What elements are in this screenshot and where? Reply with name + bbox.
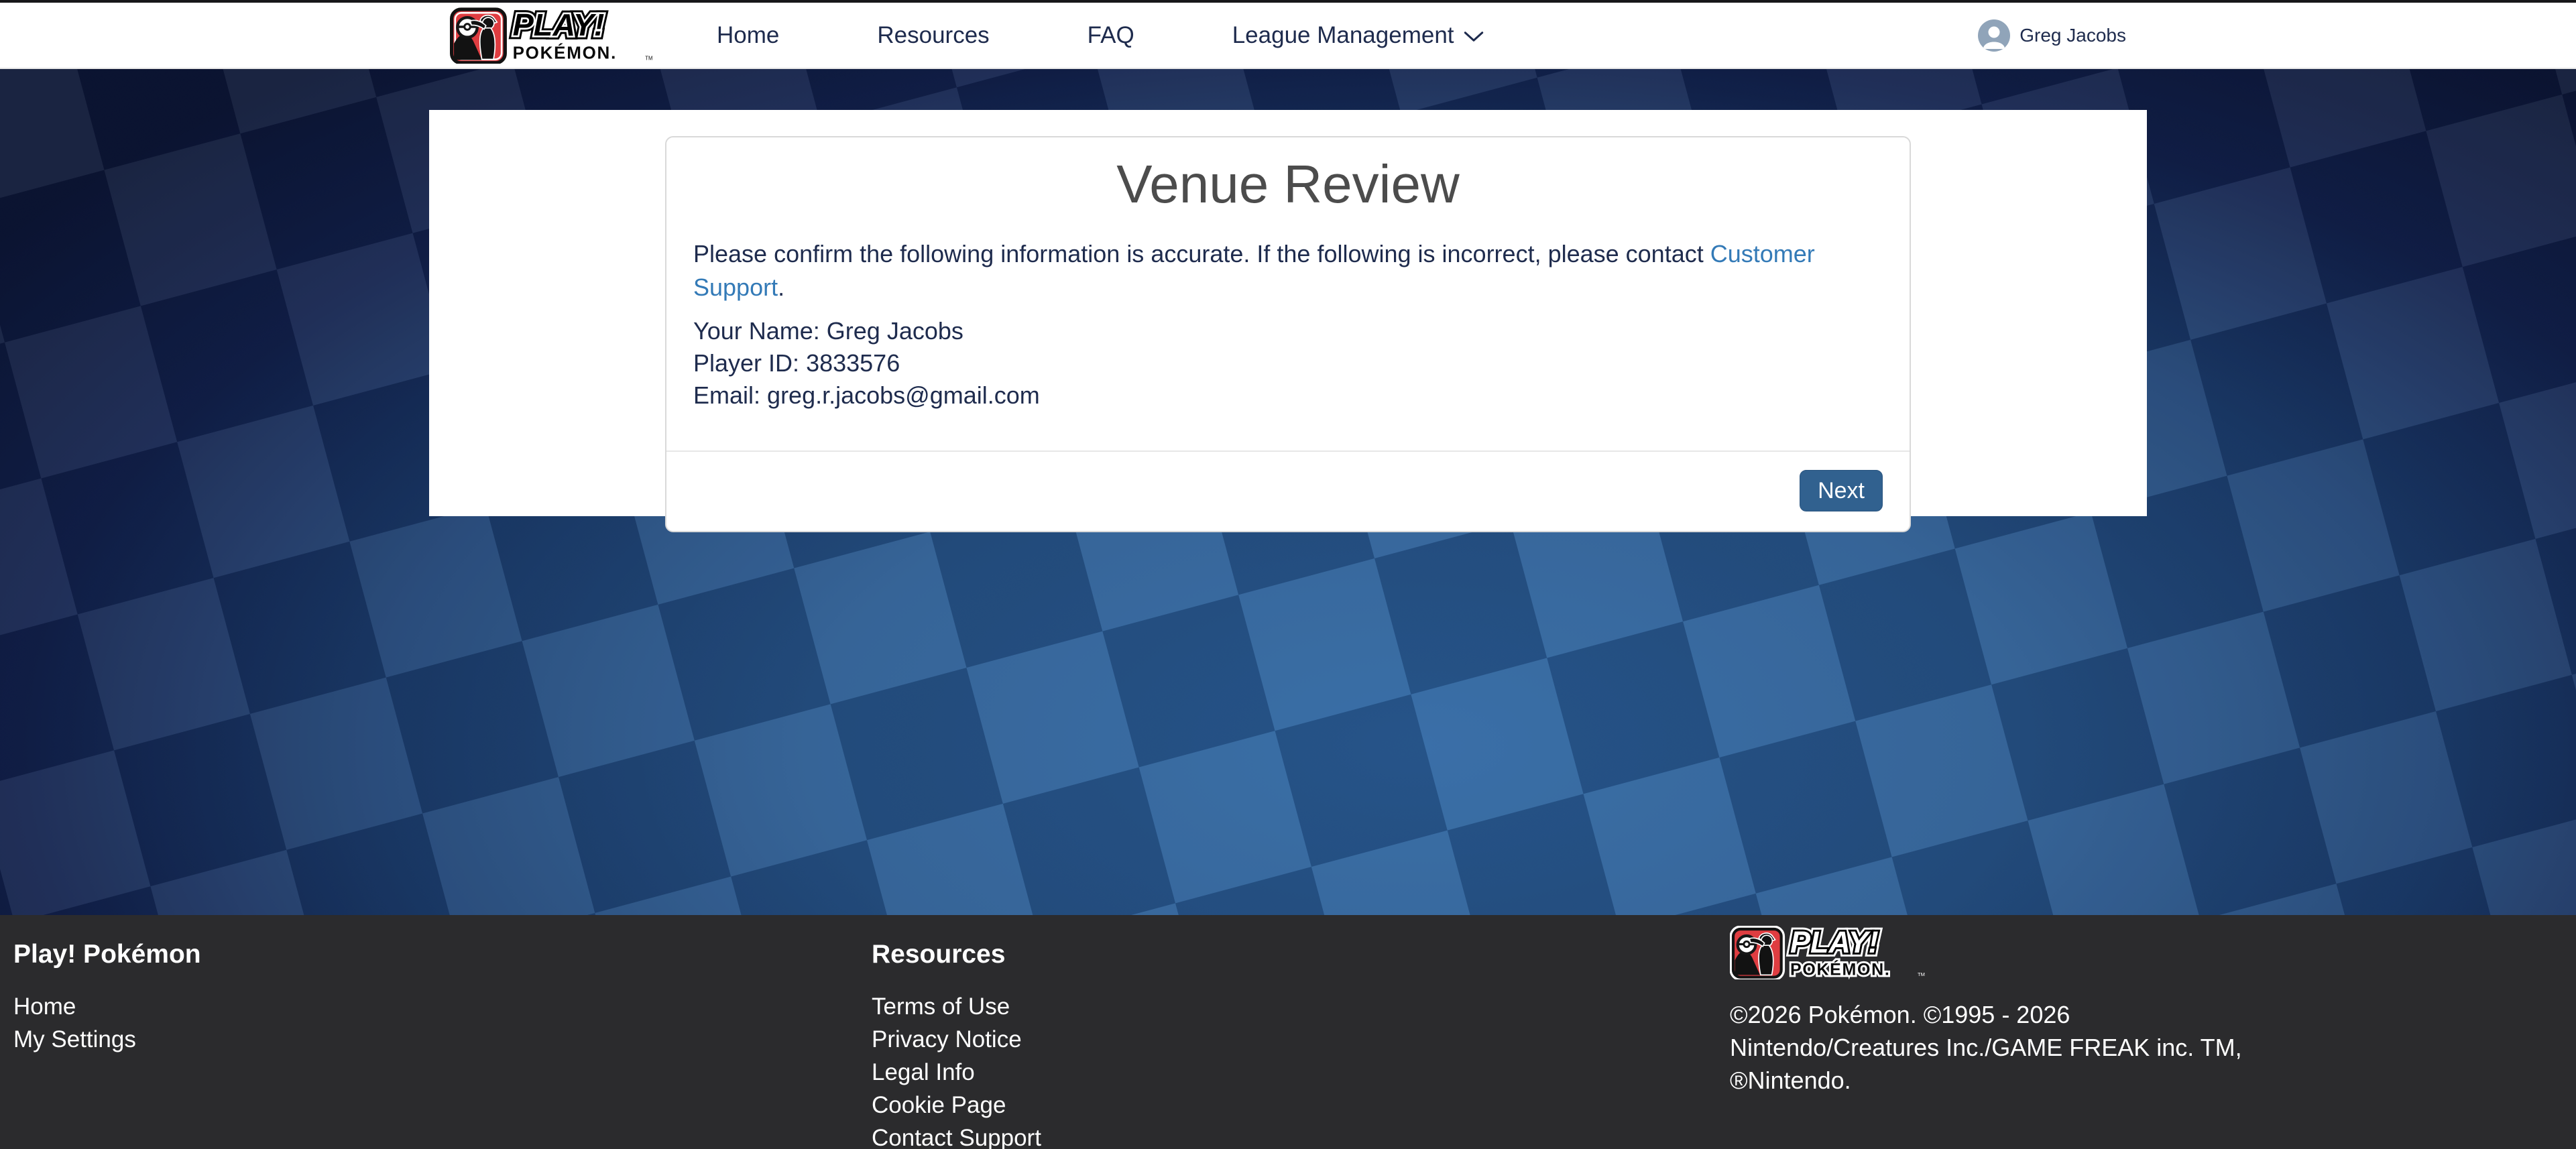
user-avatar-icon bbox=[1978, 19, 2010, 52]
primary-navigation: Home Resources FAQ League Management bbox=[717, 22, 1484, 49]
svg-text:POKÉMON.: POKÉMON. bbox=[513, 42, 617, 62]
nav-link-league-management[interactable]: League Management bbox=[1232, 22, 1484, 49]
footer-link-terms-of-use[interactable]: Terms of Use bbox=[872, 990, 1041, 1023]
confirm-text-before: Please confirm the following information… bbox=[693, 240, 1710, 267]
chevron-down-icon bbox=[1464, 30, 1484, 43]
user-menu[interactable]: Greg Jacobs bbox=[1978, 19, 2126, 52]
player-email-label: Email: bbox=[693, 381, 760, 409]
user-name: Greg Jacobs bbox=[2019, 25, 2126, 46]
confirm-instructions: Please confirm the following information… bbox=[693, 237, 1883, 304]
play-pokemon-footer-logo-icon: PLAY! PLAY! PLAY! POKÉMON. POKÉMON. TM bbox=[1730, 926, 1931, 979]
footer-link-contact-support[interactable]: Contact Support bbox=[872, 1122, 1041, 1149]
footer-link-my-settings[interactable]: My Settings bbox=[13, 1023, 201, 1056]
footer-column-resources: Resources Terms of Use Privacy Notice Le… bbox=[872, 939, 1041, 1149]
copyright-text: ©2026 Pokémon. ©1995 - 2026 Nintendo/Cre… bbox=[1730, 998, 2242, 1097]
footer-heading-resources: Resources bbox=[872, 939, 1041, 970]
footer-column-play-pokemon: Play! Pokémon Home My Settings bbox=[13, 939, 201, 1056]
venue-review-card: Venue Review Please confirm the followin… bbox=[665, 136, 1911, 532]
top-navbar: PLAY! PLAY! PLAY! POKÉMON. POKÉMON. TM H… bbox=[0, 3, 2576, 69]
player-email-value: greg.r.jacobs@gmail.com bbox=[767, 381, 1040, 409]
footer-link-cookie-page[interactable]: Cookie Page bbox=[872, 1089, 1041, 1122]
player-id-row: Player ID: 3833576 bbox=[693, 347, 1883, 379]
footer-column-legal: PLAY! PLAY! PLAY! POKÉMON. POKÉMON. TM ©… bbox=[1730, 926, 2242, 1097]
nav-link-league-management-label: League Management bbox=[1232, 22, 1454, 49]
content-panel: Venue Review Please confirm the followin… bbox=[429, 110, 2147, 516]
footer-link-legal-info[interactable]: Legal Info bbox=[872, 1056, 1041, 1089]
footer-heading-play-pokemon: Play! Pokémon bbox=[13, 939, 201, 970]
next-button[interactable]: Next bbox=[1800, 470, 1883, 511]
nav-link-faq[interactable]: FAQ bbox=[1088, 22, 1134, 49]
player-name-row: Your Name: Greg Jacobs bbox=[693, 315, 1883, 347]
copyright-line-2: Nintendo/Creatures Inc./GAME FREAK inc. … bbox=[1730, 1031, 2242, 1064]
play-pokemon-logo[interactable]: PLAY! PLAY! PLAY! POKÉMON. POKÉMON. TM bbox=[450, 7, 659, 64]
site-footer: Play! Pokémon Home My Settings Resources… bbox=[0, 915, 2576, 1149]
nav-link-resources[interactable]: Resources bbox=[877, 22, 989, 49]
copyright-line-1: ©2026 Pokémon. ©1995 - 2026 bbox=[1730, 998, 2242, 1031]
player-info-block: Your Name: Greg Jacobs Player ID: 383357… bbox=[693, 315, 1883, 412]
page-background: Venue Review Please confirm the followin… bbox=[0, 69, 2576, 915]
card-footer: Next bbox=[666, 450, 1910, 531]
nav-link-home[interactable]: Home bbox=[717, 22, 779, 49]
player-email-row: Email: greg.r.jacobs@gmail.com bbox=[693, 379, 1883, 412]
svg-text:POKÉMON.: POKÉMON. bbox=[1790, 959, 1890, 979]
player-id-label: Player ID: bbox=[693, 349, 799, 377]
svg-text:TM: TM bbox=[645, 55, 652, 61]
player-name-label: Your Name: bbox=[693, 317, 820, 345]
svg-text:PLAY!: PLAY! bbox=[513, 7, 605, 42]
play-pokemon-logo-icon: PLAY! PLAY! PLAY! POKÉMON. POKÉMON. TM bbox=[450, 7, 659, 64]
confirm-text-after: . bbox=[778, 274, 784, 301]
player-id-value: 3833576 bbox=[806, 349, 900, 377]
footer-link-home[interactable]: Home bbox=[13, 990, 201, 1023]
player-name-value: Greg Jacobs bbox=[827, 317, 963, 345]
page-title: Venue Review bbox=[693, 154, 1883, 215]
copyright-line-3: ®Nintendo. bbox=[1730, 1064, 2242, 1097]
footer-link-privacy-notice[interactable]: Privacy Notice bbox=[872, 1023, 1041, 1056]
svg-text:TM: TM bbox=[1918, 971, 1925, 977]
svg-text:PLAY!: PLAY! bbox=[1790, 926, 1879, 959]
